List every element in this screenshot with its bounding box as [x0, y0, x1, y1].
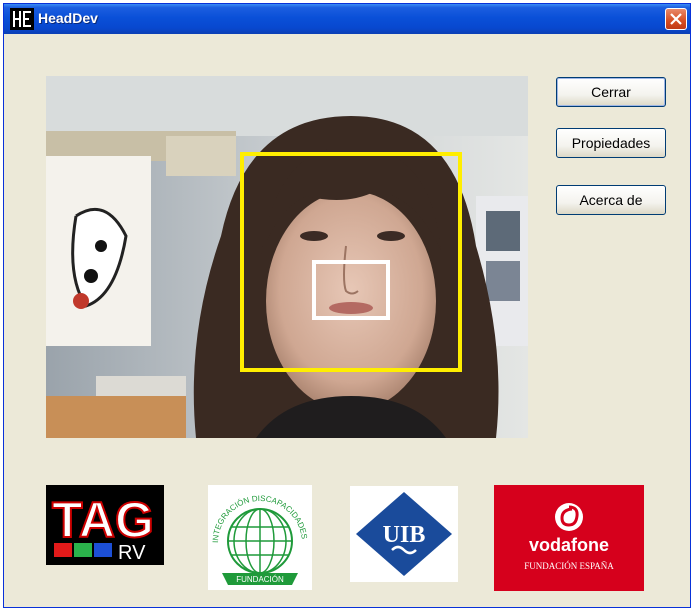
about-button[interactable]: Acerca de — [556, 185, 666, 215]
ribbon-label: FUNDACIÓN — [236, 575, 284, 584]
camera-preview — [46, 76, 528, 438]
headdev-window: HeadDev Cerrar Propiedades Acerca de TAG… — [3, 3, 691, 608]
vodafone-sub: FUNDACIÓN ESPAÑA — [524, 561, 614, 571]
tagrv-logo-image: TAG RV — [46, 485, 164, 565]
camera-frame-image — [46, 76, 528, 438]
close-window-button[interactable] — [665, 8, 687, 30]
vodafone-logo: vodafone FUNDACIÓN ESPAÑA — [494, 485, 644, 591]
properties-button[interactable]: Propiedades — [556, 128, 666, 158]
title-bar[interactable]: HeadDev — [4, 4, 690, 34]
close-button[interactable]: Cerrar — [556, 77, 666, 107]
uib-text: UIB — [383, 522, 426, 548]
svg-text:TAG: TAG — [52, 492, 154, 548]
he-logo-icon — [10, 8, 34, 30]
globe-icon: INTEGRACIÓN DISCAPACIDADES RED FUNDACIÓN — [205, 478, 309, 585]
tagrv-logo: TAG RV — [46, 485, 164, 565]
uib-logo: UIB — [350, 486, 458, 582]
close-x-icon — [670, 13, 682, 25]
uib-logo-image: UIB — [356, 492, 452, 576]
vodafone-name: vodafone — [529, 535, 609, 555]
window-title: HeadDev — [38, 10, 98, 26]
vodafone-logo-image: vodafone FUNDACIÓN ESPAÑA — [524, 503, 614, 571]
svg-text:RV: RV — [118, 542, 146, 564]
fundacion-red-logo: INTEGRACIÓN DISCAPACIDADES RED FUNDACIÓN — [205, 478, 312, 590]
